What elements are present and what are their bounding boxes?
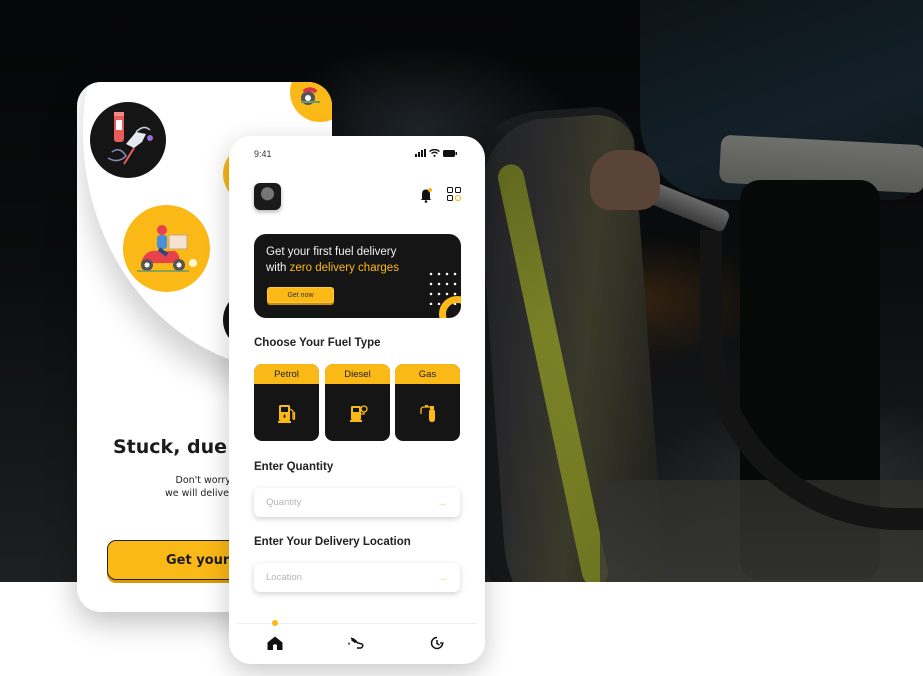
bell-icon[interactable] <box>419 187 433 203</box>
fuel-option-diesel[interactable]: Diesel <box>325 364 390 441</box>
status-time: 9:41 <box>254 149 272 159</box>
home-screen: 9:41 Get your first fuel delivery with z… <box>229 136 485 664</box>
hand <box>590 150 660 210</box>
fuel-option-petrol[interactable]: Petrol <box>254 364 319 441</box>
active-tab-indicator <box>272 620 278 626</box>
promo-line-2-prefix: with <box>266 262 290 274</box>
promo-line-2: with zero delivery charges <box>266 262 399 274</box>
battery-icon <box>443 149 457 157</box>
onboarding-headline: Stuck, due t <box>113 436 243 458</box>
user-avatar[interactable] <box>254 183 281 210</box>
fuel-option-label: Gas <box>395 364 460 384</box>
quantity-title: Enter Quantity <box>254 461 334 473</box>
fuel-option-label: Petrol <box>254 364 319 384</box>
gas-cylinder-icon <box>419 404 435 422</box>
quantity-input[interactable] <box>266 497 416 508</box>
promo-highlight: zero delivery charges <box>289 262 399 274</box>
history-icon <box>430 636 444 650</box>
signal-icon <box>415 149 426 157</box>
promo-line-1: Get your first fuel delivery <box>266 246 397 258</box>
delivery-scooter-illustration <box>123 205 210 292</box>
fuel-option-label: Diesel <box>325 364 390 384</box>
nav-home[interactable] <box>266 634 284 652</box>
home-icon <box>267 636 283 650</box>
location-input[interactable] <box>266 572 416 583</box>
quantity-field[interactable]: → <box>254 488 460 517</box>
diesel-pump-icon <box>349 404 368 422</box>
status-icons <box>415 149 457 157</box>
arrow-right-icon[interactable]: → <box>437 572 448 584</box>
fuel-type-title: Choose Your Fuel Type <box>254 337 381 349</box>
get-now-button[interactable]: Get now <box>267 287 334 303</box>
wifi-icon <box>429 149 440 157</box>
arrow-right-icon[interactable]: → <box>437 497 448 509</box>
scooter-wheel-illustration <box>290 82 332 122</box>
promo-banner: Get your first fuel delivery with zero d… <box>254 234 461 318</box>
fuel-pump-illustration <box>90 102 166 178</box>
location-field[interactable]: → <box>254 563 460 592</box>
grid-menu-icon[interactable] <box>447 187 461 201</box>
fuel-option-gas[interactable]: Gas <box>395 364 460 441</box>
location-title: Enter Your Delivery Location <box>254 536 411 548</box>
petrol-pump-icon <box>277 404 295 423</box>
nav-fuel[interactable] <box>347 634 365 652</box>
nav-history[interactable] <box>428 634 446 652</box>
fuel-nozzle-icon <box>348 637 364 649</box>
